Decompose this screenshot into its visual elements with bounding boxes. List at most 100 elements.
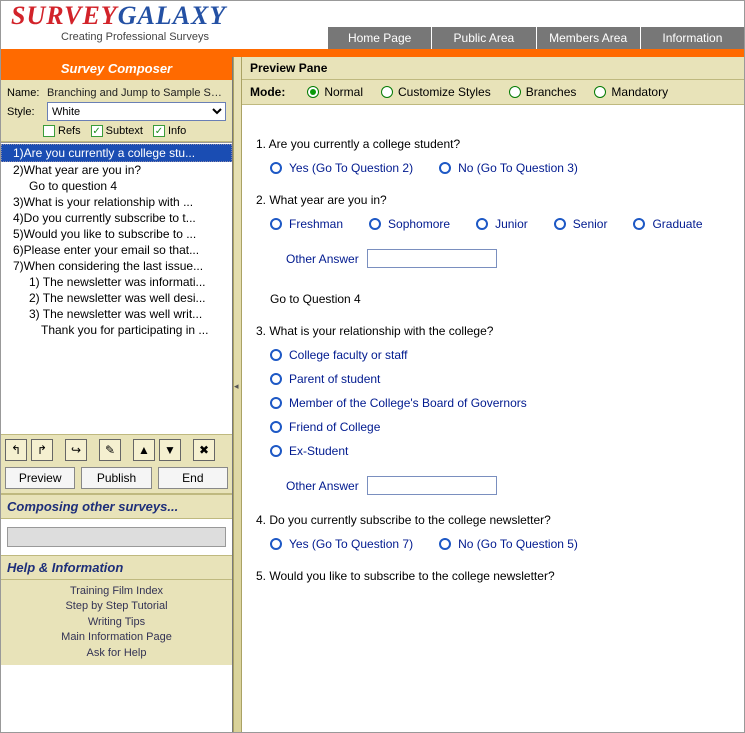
q4-opt-label: No (Go To Question 5): [458, 537, 578, 551]
nav-members[interactable]: Members Area: [536, 27, 640, 49]
tool-insert-after-icon[interactable]: ↱: [31, 439, 53, 461]
nav-home[interactable]: Home Page: [327, 27, 431, 49]
tool-branch-icon[interactable]: ↪: [65, 439, 87, 461]
check-subtext-label: Subtext: [106, 125, 143, 137]
sidebar: Survey Composer Name: Branching and Jump…: [1, 57, 233, 732]
q3-opt-label: Member of the College's Board of Governo…: [289, 396, 527, 410]
tree-item-2[interactable]: 2)What year are you in?: [1, 162, 232, 178]
tree-item-thanks[interactable]: Thank you for participating in ...: [1, 322, 232, 338]
q2-opt-label: Freshman: [289, 217, 343, 231]
mode-mandatory[interactable]: Mandatory: [594, 85, 668, 99]
tree-item-1[interactable]: 1)Are you currently a college stu...: [1, 144, 232, 162]
tree-item-5[interactable]: 5)Would you like to subscribe to ...: [1, 226, 232, 242]
help-askhelp[interactable]: Ask for Help: [1, 646, 232, 661]
tree-item-7b[interactable]: 2) The newsletter was well desi...: [1, 290, 232, 306]
tool-edit-icon[interactable]: ✎: [99, 439, 121, 461]
preview-title: Preview Pane: [242, 57, 744, 80]
q2-opt-fresh[interactable]: Freshman: [270, 217, 343, 231]
q1-opt-no[interactable]: No (Go To Question 3): [439, 161, 578, 175]
q3-opt-5[interactable]: Ex-Student: [270, 444, 730, 458]
tree-item-4[interactable]: 4)Do you currently subscribe to t...: [1, 210, 232, 226]
survey-name: Branching and Jump to Sample Su...: [47, 87, 226, 99]
mode-branches[interactable]: Branches: [509, 85, 577, 99]
q1-opt-no-label: No (Go To Question 3): [458, 161, 578, 175]
question-2: 2. What year are you in? Freshman Sophom…: [256, 193, 730, 306]
question-4: 4. Do you currently subscribe to the col…: [256, 513, 730, 551]
q4-opt-no[interactable]: No (Go To Question 5): [439, 537, 578, 551]
nav-public[interactable]: Public Area: [431, 27, 535, 49]
q2-opt-sen[interactable]: Senior: [554, 217, 608, 231]
q5-text: 5. Would you like to subscribe to the co…: [256, 569, 730, 583]
q2-opt-jun[interactable]: Junior: [476, 217, 528, 231]
q3-other-label: Other Answer: [286, 479, 359, 493]
help-writing[interactable]: Writing Tips: [1, 615, 232, 630]
style-select[interactable]: White: [47, 102, 226, 121]
composing-body: [1, 519, 232, 555]
q3-text: 3. What is your relationship with the co…: [256, 324, 730, 338]
tool-move-up-icon[interactable]: ▲: [133, 439, 155, 461]
tool-move-down-icon[interactable]: ▼: [159, 439, 181, 461]
q2-other-input[interactable]: [367, 249, 497, 268]
splitter-handle[interactable]: [233, 57, 242, 732]
tree-item-6[interactable]: 6)Please enter your email so that...: [1, 242, 232, 258]
tree-item-7c[interactable]: 3) The newsletter was well writ...: [1, 306, 232, 322]
publish-button[interactable]: Publish: [81, 467, 151, 489]
q4-opt-label: Yes (Go To Question 7): [289, 537, 413, 551]
question-3: 3. What is your relationship with the co…: [256, 324, 730, 495]
help-training[interactable]: Training Film Index: [1, 584, 232, 599]
mode-customize[interactable]: Customize Styles: [381, 85, 491, 99]
tree-item-3[interactable]: 3)What is your relationship with ...: [1, 194, 232, 210]
q3-opt-4[interactable]: Friend of College: [270, 420, 730, 434]
q1-text: 1. Are you currently a college student?: [256, 137, 730, 151]
q2-opt-label: Sophomore: [388, 217, 450, 231]
mode-branches-label: Branches: [526, 85, 577, 99]
mode-bar: Mode: Normal Customize Styles Branches M…: [242, 80, 744, 105]
q1-opt-yes[interactable]: Yes (Go To Question 2): [270, 161, 413, 175]
style-label: Style:: [7, 106, 47, 118]
question-tree: 1)Are you currently a college stu... 2)W…: [1, 142, 232, 434]
q2-other-label: Other Answer: [286, 252, 359, 266]
mode-normal-label: Normal: [324, 85, 363, 99]
sidebar-title: Survey Composer: [1, 57, 232, 80]
tree-item-7a[interactable]: 1) The newsletter was informati...: [1, 274, 232, 290]
name-label: Name:: [7, 87, 47, 99]
logo-block: SURVEYGALAXY Creating Professional Surve…: [1, 1, 327, 49]
q4-text: 4. Do you currently subscribe to the col…: [256, 513, 730, 527]
q3-opt-label: College faculty or staff: [289, 348, 408, 362]
q2-opt-grad[interactable]: Graduate: [633, 217, 702, 231]
check-subtext[interactable]: ✓Subtext: [91, 125, 143, 137]
logo-part1: SURVEY: [11, 1, 118, 30]
q2-text: 2. What year are you in?: [256, 193, 730, 207]
tree-item-7[interactable]: 7)When considering the last issue...: [1, 258, 232, 274]
logo-part2: GALAXY: [118, 1, 227, 30]
check-refs[interactable]: Refs: [43, 125, 81, 137]
q2-opt-label: Junior: [495, 217, 528, 231]
q3-other-input[interactable]: [367, 476, 497, 495]
check-refs-label: Refs: [58, 125, 81, 137]
help-header: Help & Information: [1, 555, 232, 580]
mode-customize-label: Customize Styles: [398, 85, 491, 99]
preview-button[interactable]: Preview: [5, 467, 75, 489]
other-survey-select[interactable]: [7, 527, 226, 547]
q2-opt-soph[interactable]: Sophomore: [369, 217, 450, 231]
help-tutorial[interactable]: Step by Step Tutorial: [1, 599, 232, 614]
mode-mandatory-label: Mandatory: [611, 85, 668, 99]
nav-info[interactable]: Information: [640, 27, 744, 49]
q2-opt-label: Graduate: [652, 217, 702, 231]
toolbar: ↰ ↱ ↪ ✎ ▲ ▼ ✖ Preview Publish End: [1, 434, 232, 494]
q1-opt-yes-label: Yes (Go To Question 2): [289, 161, 413, 175]
q4-opt-yes[interactable]: Yes (Go To Question 7): [270, 537, 413, 551]
help-maininfo[interactable]: Main Information Page: [1, 630, 232, 645]
tool-insert-before-icon[interactable]: ↰: [5, 439, 27, 461]
q3-opt-1[interactable]: College faculty or staff: [270, 348, 730, 362]
q3-opt-3[interactable]: Member of the College's Board of Governo…: [270, 396, 730, 410]
check-info-label: Info: [168, 125, 186, 137]
tool-delete-icon[interactable]: ✖: [193, 439, 215, 461]
q2-opt-label: Senior: [573, 217, 608, 231]
check-info[interactable]: ✓Info: [153, 125, 186, 137]
end-button[interactable]: End: [158, 467, 228, 489]
question-1: 1. Are you currently a college student? …: [256, 137, 730, 175]
tree-item-2a[interactable]: Go to question 4: [1, 178, 232, 194]
mode-normal[interactable]: Normal: [307, 85, 363, 99]
q3-opt-2[interactable]: Parent of student: [270, 372, 730, 386]
